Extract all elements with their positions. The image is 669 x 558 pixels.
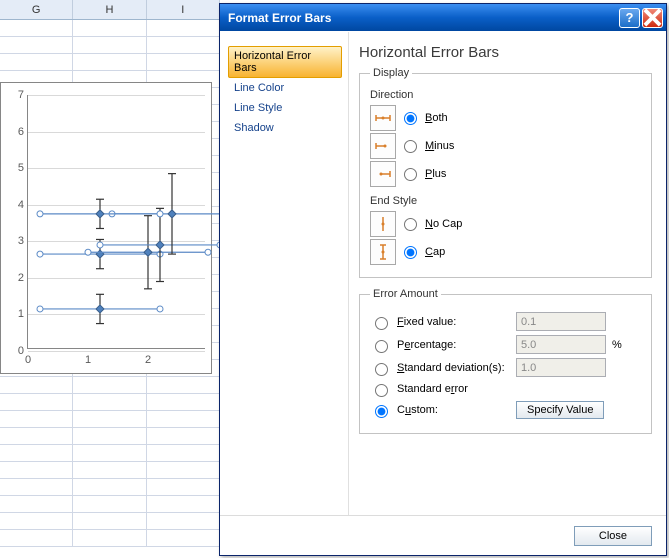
dialog-footer: Close [220, 515, 666, 555]
direction-minus-label: Minus [425, 140, 454, 152]
minus-icon [370, 133, 396, 159]
fixed-value-input[interactable] [516, 312, 606, 331]
col-header[interactable]: I [147, 0, 220, 19]
amount-percentage-radio[interactable] [375, 340, 388, 353]
endstyle-nocap-radio[interactable] [404, 218, 417, 231]
help-button[interactable]: ? [619, 8, 640, 28]
direction-both-label: Both [425, 112, 448, 124]
dialog-titlebar[interactable]: Format Error Bars ? [220, 4, 666, 31]
col-header[interactable]: G [0, 0, 73, 19]
error-amount-group: Error Amount Fixed value: Percentage: % … [359, 288, 652, 434]
nocap-icon [370, 211, 396, 237]
panel-title: Horizontal Error Bars [359, 44, 652, 61]
nav-horizontal-error-bars[interactable]: Horizontal Error Bars [228, 46, 342, 78]
plot-area: 01234567012 [27, 95, 205, 349]
direction-minus-radio[interactable] [404, 140, 417, 153]
direction-both-radio[interactable] [404, 112, 417, 125]
display-legend: Display [370, 67, 412, 79]
nav-line-style[interactable]: Line Style [228, 98, 342, 118]
percentage-input[interactable] [516, 335, 606, 354]
both-icon [370, 105, 396, 131]
endstyle-cap-radio[interactable] [404, 246, 417, 259]
nav-shadow[interactable]: Shadow [228, 118, 342, 138]
amount-stderr-label: Standard error [397, 383, 468, 395]
endstyle-legend: End Style [370, 195, 641, 207]
amount-fixed-radio[interactable] [375, 317, 388, 330]
embedded-chart[interactable]: 01234567012 [0, 82, 212, 374]
endstyle-nocap-label: No Cap [425, 218, 462, 230]
specify-value-button[interactable]: Specify Value [516, 401, 604, 419]
dialog-close-button[interactable] [642, 8, 663, 28]
percentage-suffix: % [612, 339, 622, 351]
panel-content: Horizontal Error Bars Display Direction … [348, 32, 666, 515]
direction-legend: Direction [370, 89, 641, 101]
nav-line-color[interactable]: Line Color [228, 78, 342, 98]
amount-custom-label: Custom: [397, 404, 438, 416]
endstyle-cap-label: Cap [425, 246, 445, 258]
cap-icon [370, 239, 396, 265]
stddev-input[interactable] [516, 358, 606, 377]
error-amount-legend: Error Amount [370, 288, 441, 300]
display-group: Display Direction Both Minus [359, 67, 652, 278]
close-button[interactable]: Close [574, 526, 652, 546]
amount-custom-radio[interactable] [375, 405, 388, 418]
amount-fixed-label: Fixed value: [397, 316, 456, 328]
category-nav: Horizontal Error Bars Line Color Line St… [220, 32, 348, 515]
col-header[interactable]: H [73, 0, 146, 19]
amount-percentage-label: Percentage: [397, 339, 456, 351]
format-error-bars-dialog: Format Error Bars ? Horizontal Error Bar… [219, 3, 667, 556]
amount-stddev-radio[interactable] [375, 363, 388, 376]
direction-plus-label: Plus [425, 168, 446, 180]
column-headers-row: G H I [0, 0, 220, 20]
direction-plus-radio[interactable] [404, 168, 417, 181]
amount-stderr-radio[interactable] [375, 384, 388, 397]
dialog-title: Format Error Bars [228, 11, 617, 25]
amount-stddev-label: Standard deviation(s): [397, 362, 505, 374]
plus-icon [370, 161, 396, 187]
